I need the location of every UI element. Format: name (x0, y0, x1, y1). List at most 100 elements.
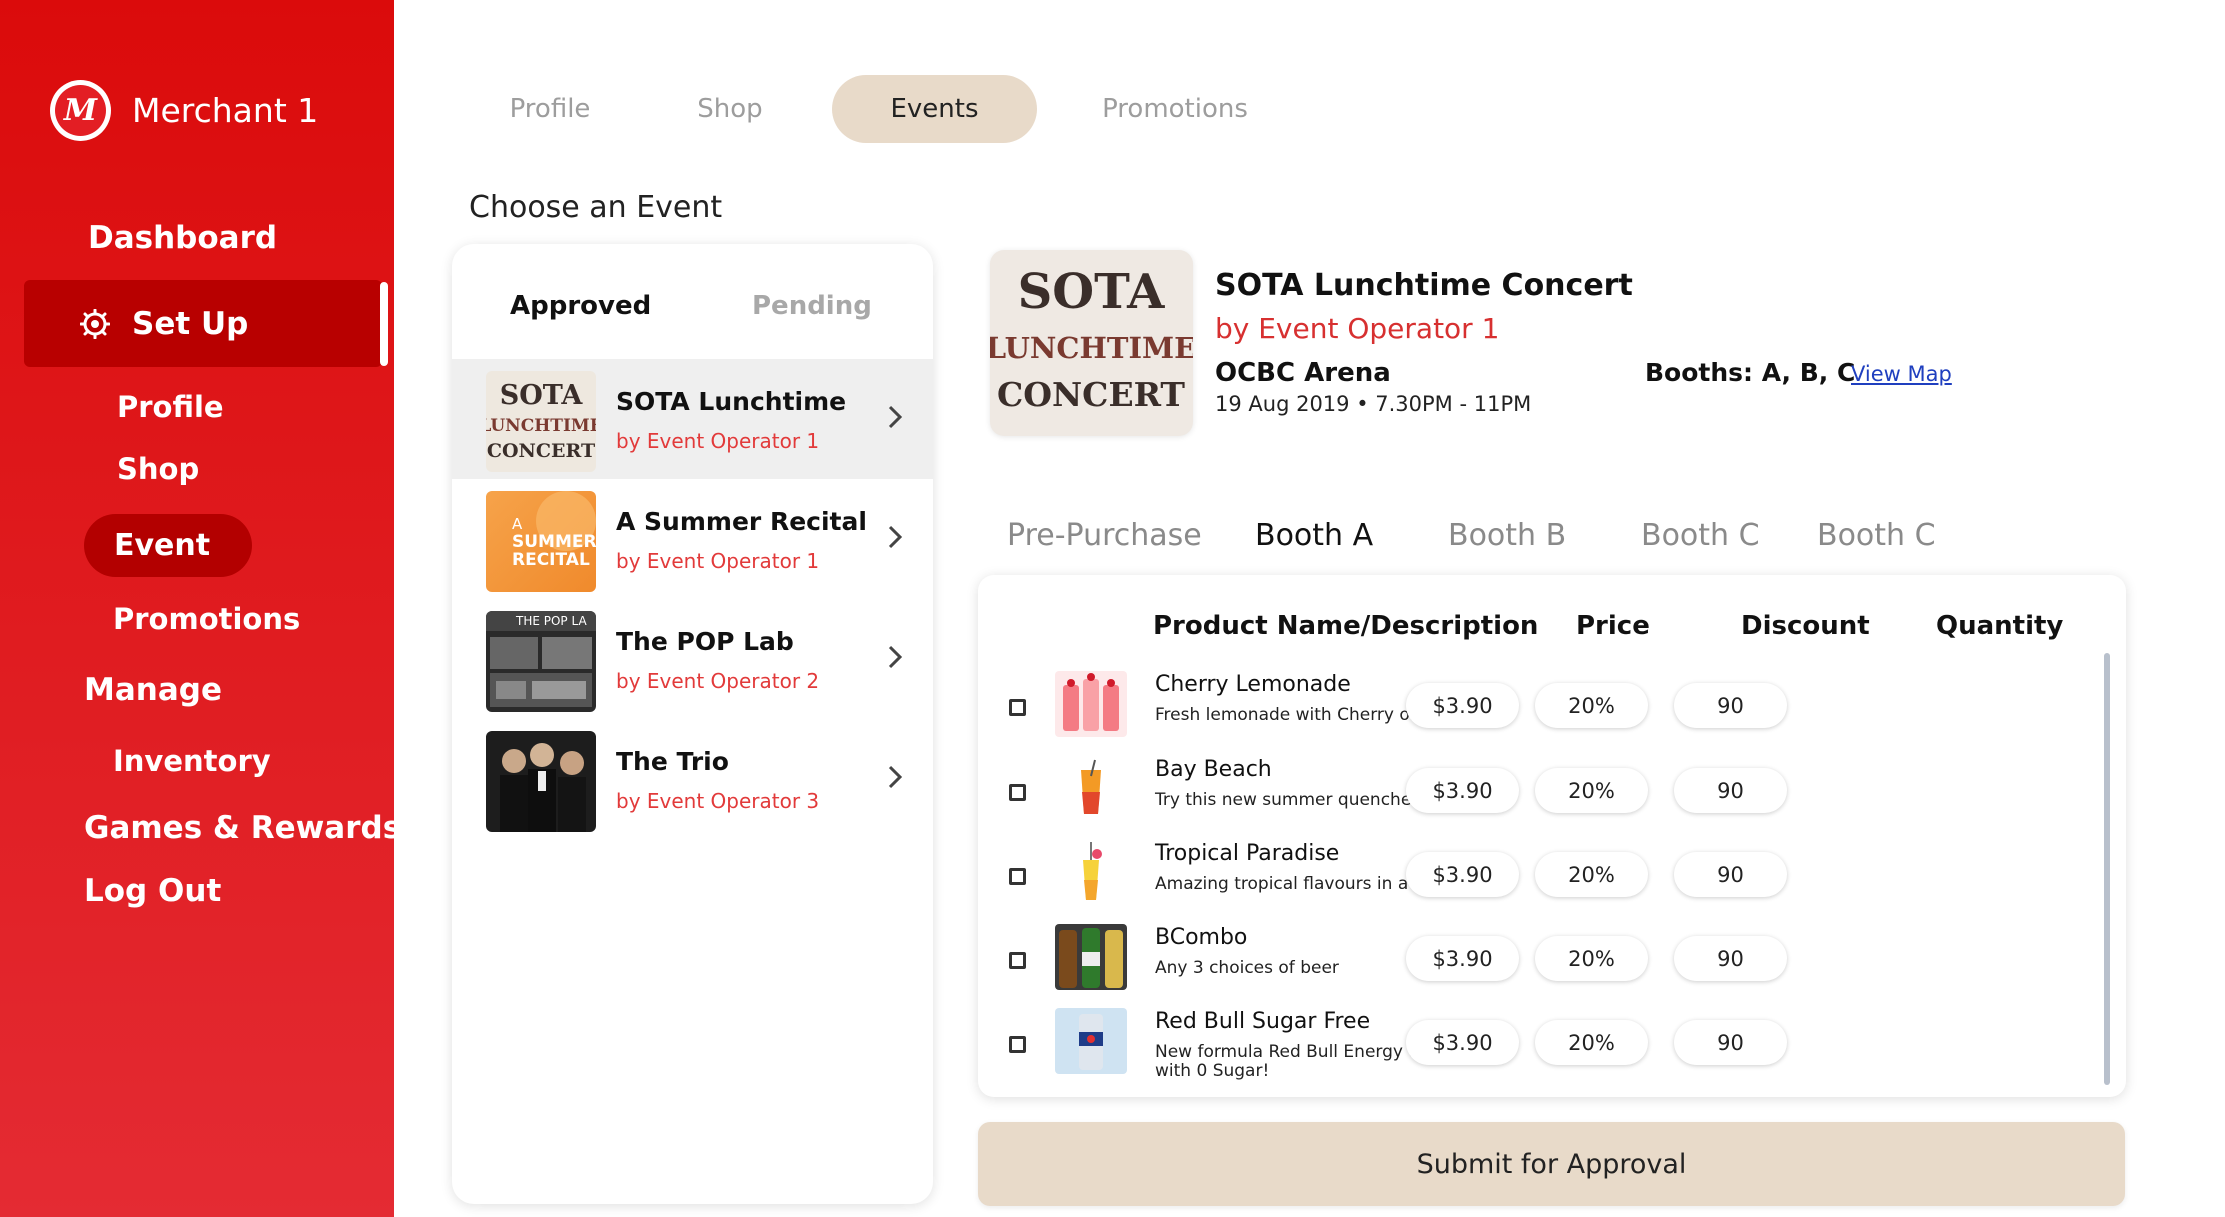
quantity-field[interactable]: 90 (1674, 936, 1787, 981)
recital-poster-line1: A (512, 515, 523, 533)
bcombo-image (1055, 924, 1127, 990)
pop-lab-poster-text: THE POP LA (515, 614, 587, 628)
event-thumbnail: SOTA LUNCHTIME CONCERT (486, 371, 596, 472)
product-table: Product Name/Description Price Discount … (978, 575, 2126, 1097)
sota-poster-line3: CONCERT (487, 440, 595, 462)
product-name: Red Bull Sugar Free (1155, 1009, 1371, 1034)
event-item-pop-lab[interactable]: THE POP LA The POP Lab by Event Operator… (452, 599, 933, 719)
discount-field[interactable]: 20% (1535, 683, 1648, 728)
event-hero-image: SOTA LUNCHTIME CONCERT (990, 250, 1193, 436)
recital-poster-line2: SUMMER (512, 532, 596, 552)
sota-poster-line1: SOTA (500, 380, 584, 411)
column-header-discount: Discount (1741, 611, 1870, 641)
quantity-field[interactable]: 90 (1674, 852, 1787, 897)
tropical-paradise-image (1055, 840, 1127, 906)
cherry-lemonade-image (1055, 671, 1127, 737)
row-checkbox[interactable] (1009, 699, 1026, 716)
product-name: Bay Beach (1155, 757, 1272, 782)
discount-field[interactable]: 20% (1535, 936, 1648, 981)
sidebar-item-inventory[interactable]: Inventory (113, 744, 271, 778)
tab-profile[interactable]: Profile (470, 75, 630, 143)
chevron-right-icon (888, 525, 903, 549)
event-item-sota[interactable]: SOTA LUNCHTIME CONCERT SOTA Lunchtime by… (452, 359, 933, 479)
section-title: Choose an Event (469, 190, 723, 225)
event-detail-operator: by Event Operator 1 (1215, 312, 1500, 345)
active-indicator (380, 282, 388, 366)
view-map-link[interactable]: View Map (1851, 362, 1952, 386)
event-detail-venue: OCBC Arena (1215, 358, 1391, 388)
table-scrollbar[interactable] (2104, 653, 2110, 1085)
tab-booth-c-2[interactable]: Booth C (1817, 518, 1936, 553)
discount-field[interactable]: 20% (1535, 1020, 1648, 1065)
event-title: SOTA Lunchtime (616, 387, 847, 416)
event-operator: by Event Operator 3 (616, 789, 820, 813)
column-header-product: Product Name/Description (1153, 611, 1539, 641)
event-list-panel: Approved Pending SOTA LUNCHTIME CONCERT … (452, 244, 933, 1204)
event-item-trio[interactable]: The Trio by Event Operator 3 (452, 719, 933, 839)
price-field[interactable]: $3.90 (1406, 936, 1519, 981)
price-field[interactable]: $3.90 (1406, 1020, 1519, 1065)
event-detail-datetime: 19 Aug 2019 • 7.30PM - 11PM (1215, 392, 1532, 416)
merchant-logo: M (50, 80, 111, 141)
tab-booth-b[interactable]: Booth B (1448, 518, 1566, 553)
tab-pending[interactable]: Pending (752, 291, 872, 321)
product-name: BCombo (1155, 925, 1248, 950)
event-thumbnail (486, 731, 596, 832)
row-checkbox[interactable] (1009, 952, 1026, 969)
table-row: Red Bull Sugar Free New formula Red Bull… (978, 998, 2126, 1082)
sidebar-item-setup[interactable]: Set Up (24, 280, 382, 367)
event-item-summer-recital[interactable]: A SUMMER RECITAL A Summer Recital by Eve… (452, 479, 933, 599)
row-checkbox[interactable] (1009, 784, 1026, 801)
gear-icon (80, 308, 110, 339)
sidebar-item-shop[interactable]: Shop (117, 452, 199, 486)
sidebar-item-profile[interactable]: Profile (117, 390, 224, 424)
discount-field[interactable]: 20% (1535, 768, 1648, 813)
table-row: Tropical Paradise Amazing tropical flavo… (978, 830, 2126, 914)
price-field[interactable]: $3.90 (1406, 852, 1519, 897)
recital-poster-line3: RECITAL (512, 550, 590, 570)
submit-for-approval-button[interactable]: Submit for Approval (978, 1122, 2125, 1206)
sidebar-item-event[interactable]: Event (84, 514, 252, 577)
tab-booth-c[interactable]: Booth C (1641, 518, 1760, 553)
bay-beach-image (1055, 756, 1127, 822)
table-row: BCombo Any 3 choices of beer $3.90 20% 9… (978, 914, 2126, 998)
tab-events[interactable]: Events (832, 75, 1037, 143)
sidebar-item-dashboard[interactable]: Dashboard (88, 220, 277, 256)
event-title: A Summer Recital (616, 507, 867, 536)
sidebar-item-logout[interactable]: Log Out (84, 873, 221, 909)
hero-poster-line1: SOTA (1018, 264, 1166, 320)
price-field[interactable]: $3.90 (1406, 768, 1519, 813)
tab-pre-purchase[interactable]: Pre-Purchase (1007, 518, 1202, 553)
tab-shop[interactable]: Shop (650, 75, 810, 143)
quantity-field[interactable]: 90 (1674, 1020, 1787, 1065)
table-row: Bay Beach Try this new summer quencher! … (978, 746, 2126, 830)
sidebar-item-manage[interactable]: Manage (84, 672, 222, 708)
row-checkbox[interactable] (1009, 868, 1026, 885)
quantity-field[interactable]: 90 (1674, 683, 1787, 728)
trio-poster-image (500, 743, 586, 832)
sidebar: M Merchant 1 Dashboard Set Up Profile Sh… (0, 0, 401, 1217)
tab-booth-a[interactable]: Booth A (1255, 518, 1373, 553)
event-detail-title: SOTA Lunchtime Concert (1215, 268, 1633, 303)
sota-poster-line2: LUNCHTIME (486, 416, 596, 436)
sota-concert-poster: SOTA LUNCHTIME CONCERT (990, 264, 1193, 414)
tab-promotions[interactable]: Promotions (1080, 75, 1270, 143)
sota-poster-image: SOTA LUNCHTIME CONCERT (486, 380, 596, 462)
row-checkbox[interactable] (1009, 1036, 1026, 1053)
chevron-right-icon (888, 405, 903, 429)
quantity-field[interactable]: 90 (1674, 768, 1787, 813)
red-bull-image (1055, 1008, 1127, 1074)
price-field[interactable]: $3.90 (1406, 683, 1519, 728)
column-header-quantity: Quantity (1936, 611, 2064, 641)
event-title: The POP Lab (616, 627, 794, 656)
sidebar-item-games-rewards[interactable]: Games & Rewards (84, 810, 401, 846)
discount-field[interactable]: 20% (1535, 852, 1648, 897)
hero-poster-line3: CONCERT (997, 375, 1185, 414)
event-operator: by Event Operator 2 (616, 669, 820, 693)
merchant-name: Merchant 1 (132, 91, 319, 130)
chevron-right-icon (888, 765, 903, 789)
product-name: Cherry Lemonade (1155, 672, 1351, 697)
tab-approved[interactable]: Approved (510, 291, 651, 321)
sidebar-item-promotions[interactable]: Promotions (113, 602, 300, 636)
hero-poster-line2: LUNCHTIME (990, 331, 1193, 365)
